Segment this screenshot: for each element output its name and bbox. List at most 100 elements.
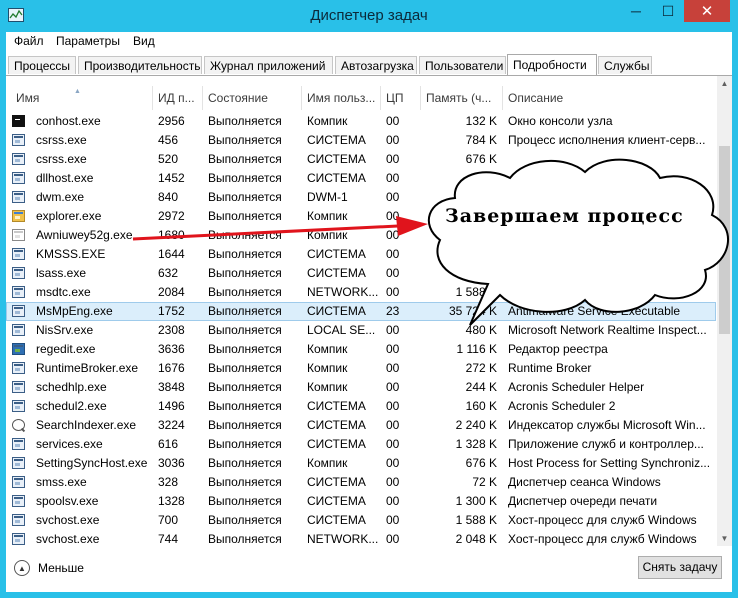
- table-row[interactable]: smss.exe 328 Выполняется СИСТЕМА 00 72 K Диспе…: [6, 473, 716, 492]
- cell-user: СИСТЕМА: [307, 437, 366, 451]
- table-row[interactable]: schedul2.exe 1496 Выполняется СИСТЕМА 00 160 …: [6, 397, 716, 416]
- column-header-cpu[interactable]: ЦП: [381, 86, 421, 110]
- vertical-scrollbar[interactable]: ▲ ▼: [717, 76, 732, 546]
- column-header-pid[interactable]: ИД п...: [153, 86, 203, 110]
- table-row[interactable]: regedit.exe 3636 Выполняется Компик 00 1 116 …: [6, 340, 716, 359]
- scroll-up-icon[interactable]: ▲: [717, 76, 732, 91]
- table-row[interactable]: conhost.exe 2956 Выполняется Компик 00 132 K О…: [6, 112, 716, 131]
- cell-status: Выполняется: [208, 475, 282, 489]
- tab-users[interactable]: Пользователи: [419, 56, 506, 74]
- cell-cpu: 00: [386, 494, 400, 508]
- cell-mem: 2 048 K: [455, 532, 497, 546]
- tab-startup[interactable]: Автозагрузка: [335, 56, 417, 74]
- cell-user: СИСТЕМА: [307, 304, 366, 318]
- table-row[interactable]: spoolsv.exe 1328 Выполняется СИСТЕМА 00 1 300…: [6, 492, 716, 511]
- cell-mem: 1 328 K: [455, 437, 497, 451]
- cell-desc: Окно консоли узла: [508, 114, 613, 128]
- table-row[interactable]: MsMpEng.exe 1752 Выполняется СИСТЕМА 23 35 72…: [6, 302, 716, 321]
- table-row[interactable]: csrss.exe 456 Выполняется СИСТЕМА 00 784 K Про…: [6, 131, 716, 150]
- tab-processes[interactable]: Процессы: [8, 56, 76, 74]
- table-row[interactable]: SettingSyncHost.exe 3036 Выполняется Компик…: [6, 454, 716, 473]
- cell-user: СИСТЕМА: [307, 399, 366, 413]
- column-header-name[interactable]: Имя: [11, 86, 153, 110]
- menu-file[interactable]: Файл: [14, 34, 44, 48]
- cell-user: СИСТЕМА: [307, 266, 366, 280]
- cell-mem: 1 300 K: [455, 494, 497, 508]
- cell-pid: 520: [158, 152, 179, 166]
- cell-status: Выполняется: [208, 133, 282, 147]
- minimize-button[interactable]: ─: [622, 0, 650, 22]
- cell-name: smss.exe: [36, 475, 87, 489]
- cell-status: Выполняется: [208, 361, 282, 375]
- cell-name: NisSrv.exe: [36, 323, 94, 337]
- tab-services[interactable]: Службы: [598, 56, 652, 74]
- cell-cpu: 00: [386, 285, 400, 299]
- cell-desc: [503, 226, 716, 245]
- tab-performance[interactable]: Производительность: [78, 56, 202, 74]
- title-bar[interactable]: Диспетчер задач ─ ☐ ✕: [0, 0, 738, 32]
- table-row[interactable]: RuntimeBroker.exe 1676 Выполняется Компик 00…: [6, 359, 716, 378]
- column-header-description[interactable]: Описание: [503, 86, 716, 110]
- cell-pid: 3848: [158, 380, 185, 394]
- cell-cpu: 00: [386, 190, 400, 204]
- cell-name: services.exe: [36, 437, 103, 451]
- cell-status: Выполняется: [208, 399, 282, 413]
- cell-name: schedul2.exe: [36, 399, 107, 413]
- cell-pid: 840: [158, 190, 179, 204]
- cell-status: Выполняется: [208, 190, 282, 204]
- table-row[interactable]: lsass.exe 632 Выполняется СИСТЕМА 00 1 544 K: [6, 264, 716, 283]
- cell-user: Компик: [307, 114, 348, 128]
- table-row[interactable]: Awniuwey52g.exe 1680 Выполняется Компик 00: [6, 226, 716, 245]
- table-row[interactable]: dllhost.exe 1452 Выполняется СИСТЕМА 00: [6, 169, 716, 188]
- end-task-button[interactable]: Снять задачу: [638, 556, 722, 579]
- menu-view[interactable]: Вид: [133, 34, 155, 48]
- table-row[interactable]: services.exe 616 Выполняется СИСТЕМА 00 1 328…: [6, 435, 716, 454]
- table-row[interactable]: SearchIndexer.exe 3224 Выполняется СИСТЕМА 0…: [6, 416, 716, 435]
- cell-status: Выполняется: [208, 323, 282, 337]
- cell-user: СИСТЕМА: [307, 247, 366, 261]
- table-row[interactable]: svchost.exe 744 Выполняется NETWORK... 00 2 0…: [6, 530, 716, 546]
- close-button[interactable]: ✕: [684, 0, 730, 22]
- cell-cpu: 00: [386, 152, 400, 166]
- fewer-details-button[interactable]: ▲ Меньше: [14, 558, 84, 578]
- table-row[interactable]: NisSrv.exe 2308 Выполняется LOCAL SE... 00 48…: [6, 321, 716, 340]
- cell-name: regedit.exe: [36, 342, 96, 356]
- scroll-thumb[interactable]: [719, 146, 730, 334]
- cell-status: Выполняется: [208, 247, 282, 261]
- cell-cpu: 00: [386, 114, 400, 128]
- table-row[interactable]: csrss.exe 520 Выполняется СИСТЕМА 00 676 K: [6, 150, 716, 169]
- cell-user: СИСТЕМА: [307, 152, 366, 166]
- cell-mem: [421, 245, 503, 264]
- table-row[interactable]: svchost.exe 700 Выполняется СИСТЕМА 00 1 588 …: [6, 511, 716, 530]
- cell-user: Компик: [307, 209, 348, 223]
- cell-desc: Координатор ра...енных тра...: [508, 285, 674, 299]
- table-row[interactable]: schedhlp.exe 3848 Выполняется Компик 00 244 K…: [6, 378, 716, 397]
- cell-name: dwm.exe: [36, 190, 85, 204]
- cell-desc: Редактор реестра: [508, 342, 608, 356]
- tab-details[interactable]: Подробности: [507, 54, 597, 76]
- column-header-memory[interactable]: Память (ч...: [421, 86, 503, 110]
- table-row[interactable]: KMSSS.EXE 1644 Выполняется СИСТЕМА 00: [6, 245, 716, 264]
- cell-user: NETWORK...: [307, 532, 379, 546]
- tab-app-history[interactable]: Журнал приложений: [204, 56, 333, 74]
- cell-pid: 2308: [158, 323, 185, 337]
- cell-cpu: 00: [386, 133, 400, 147]
- maximize-button[interactable]: ☐: [654, 0, 682, 22]
- table-row[interactable]: msdtc.exe 2084 Выполняется NETWORK... 00 1 58…: [6, 283, 716, 302]
- cell-user: Компик: [307, 342, 348, 356]
- cell-desc: Хост-процесс для служб Windows: [508, 532, 697, 546]
- cell-status: Выполняется: [208, 152, 282, 166]
- cell-desc: Хост-процесс для служб Windows: [508, 513, 697, 527]
- cell-user: Компик: [307, 228, 348, 242]
- column-header-user[interactable]: Имя польз...: [302, 86, 381, 110]
- cell-mem: 1 544 K: [455, 266, 497, 280]
- menu-parameters[interactable]: Параметры: [56, 34, 120, 48]
- annotation-text: Завершаем процесс: [445, 205, 684, 227]
- cell-cpu: 00: [386, 171, 400, 185]
- cell-desc: [503, 264, 716, 283]
- scroll-down-icon[interactable]: ▼: [717, 531, 732, 546]
- cell-user: NETWORK...: [307, 285, 379, 299]
- column-header-status[interactable]: Состояние: [203, 86, 302, 110]
- cell-cpu: 23: [386, 304, 400, 318]
- cell-user: Компик: [307, 380, 348, 394]
